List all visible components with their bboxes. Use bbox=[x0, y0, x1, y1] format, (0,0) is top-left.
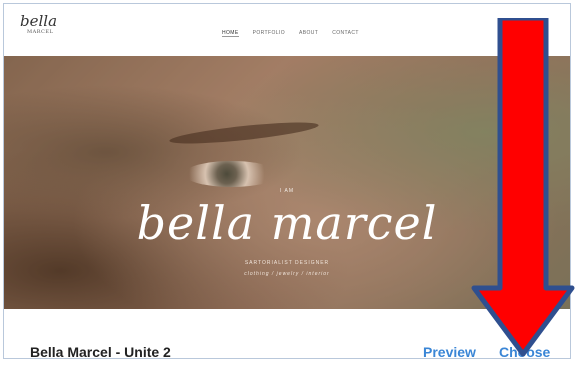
logo-script: bella bbox=[20, 12, 58, 30]
site-nav: HOME PORTFOLIO ABOUT CONTACT bbox=[222, 30, 359, 37]
site-logo[interactable]: bella MARCEL bbox=[20, 14, 60, 48]
nav-item-home[interactable]: HOME bbox=[222, 30, 239, 37]
template-title: Bella Marcel - Unite 2 bbox=[30, 344, 171, 360]
nav-item-portfolio[interactable]: PORTFOLIO bbox=[253, 30, 285, 37]
nav-item-contact[interactable]: CONTACT bbox=[332, 30, 359, 37]
down-arrow-icon bbox=[471, 18, 575, 357]
nav-item-about[interactable]: ABOUT bbox=[299, 30, 318, 37]
